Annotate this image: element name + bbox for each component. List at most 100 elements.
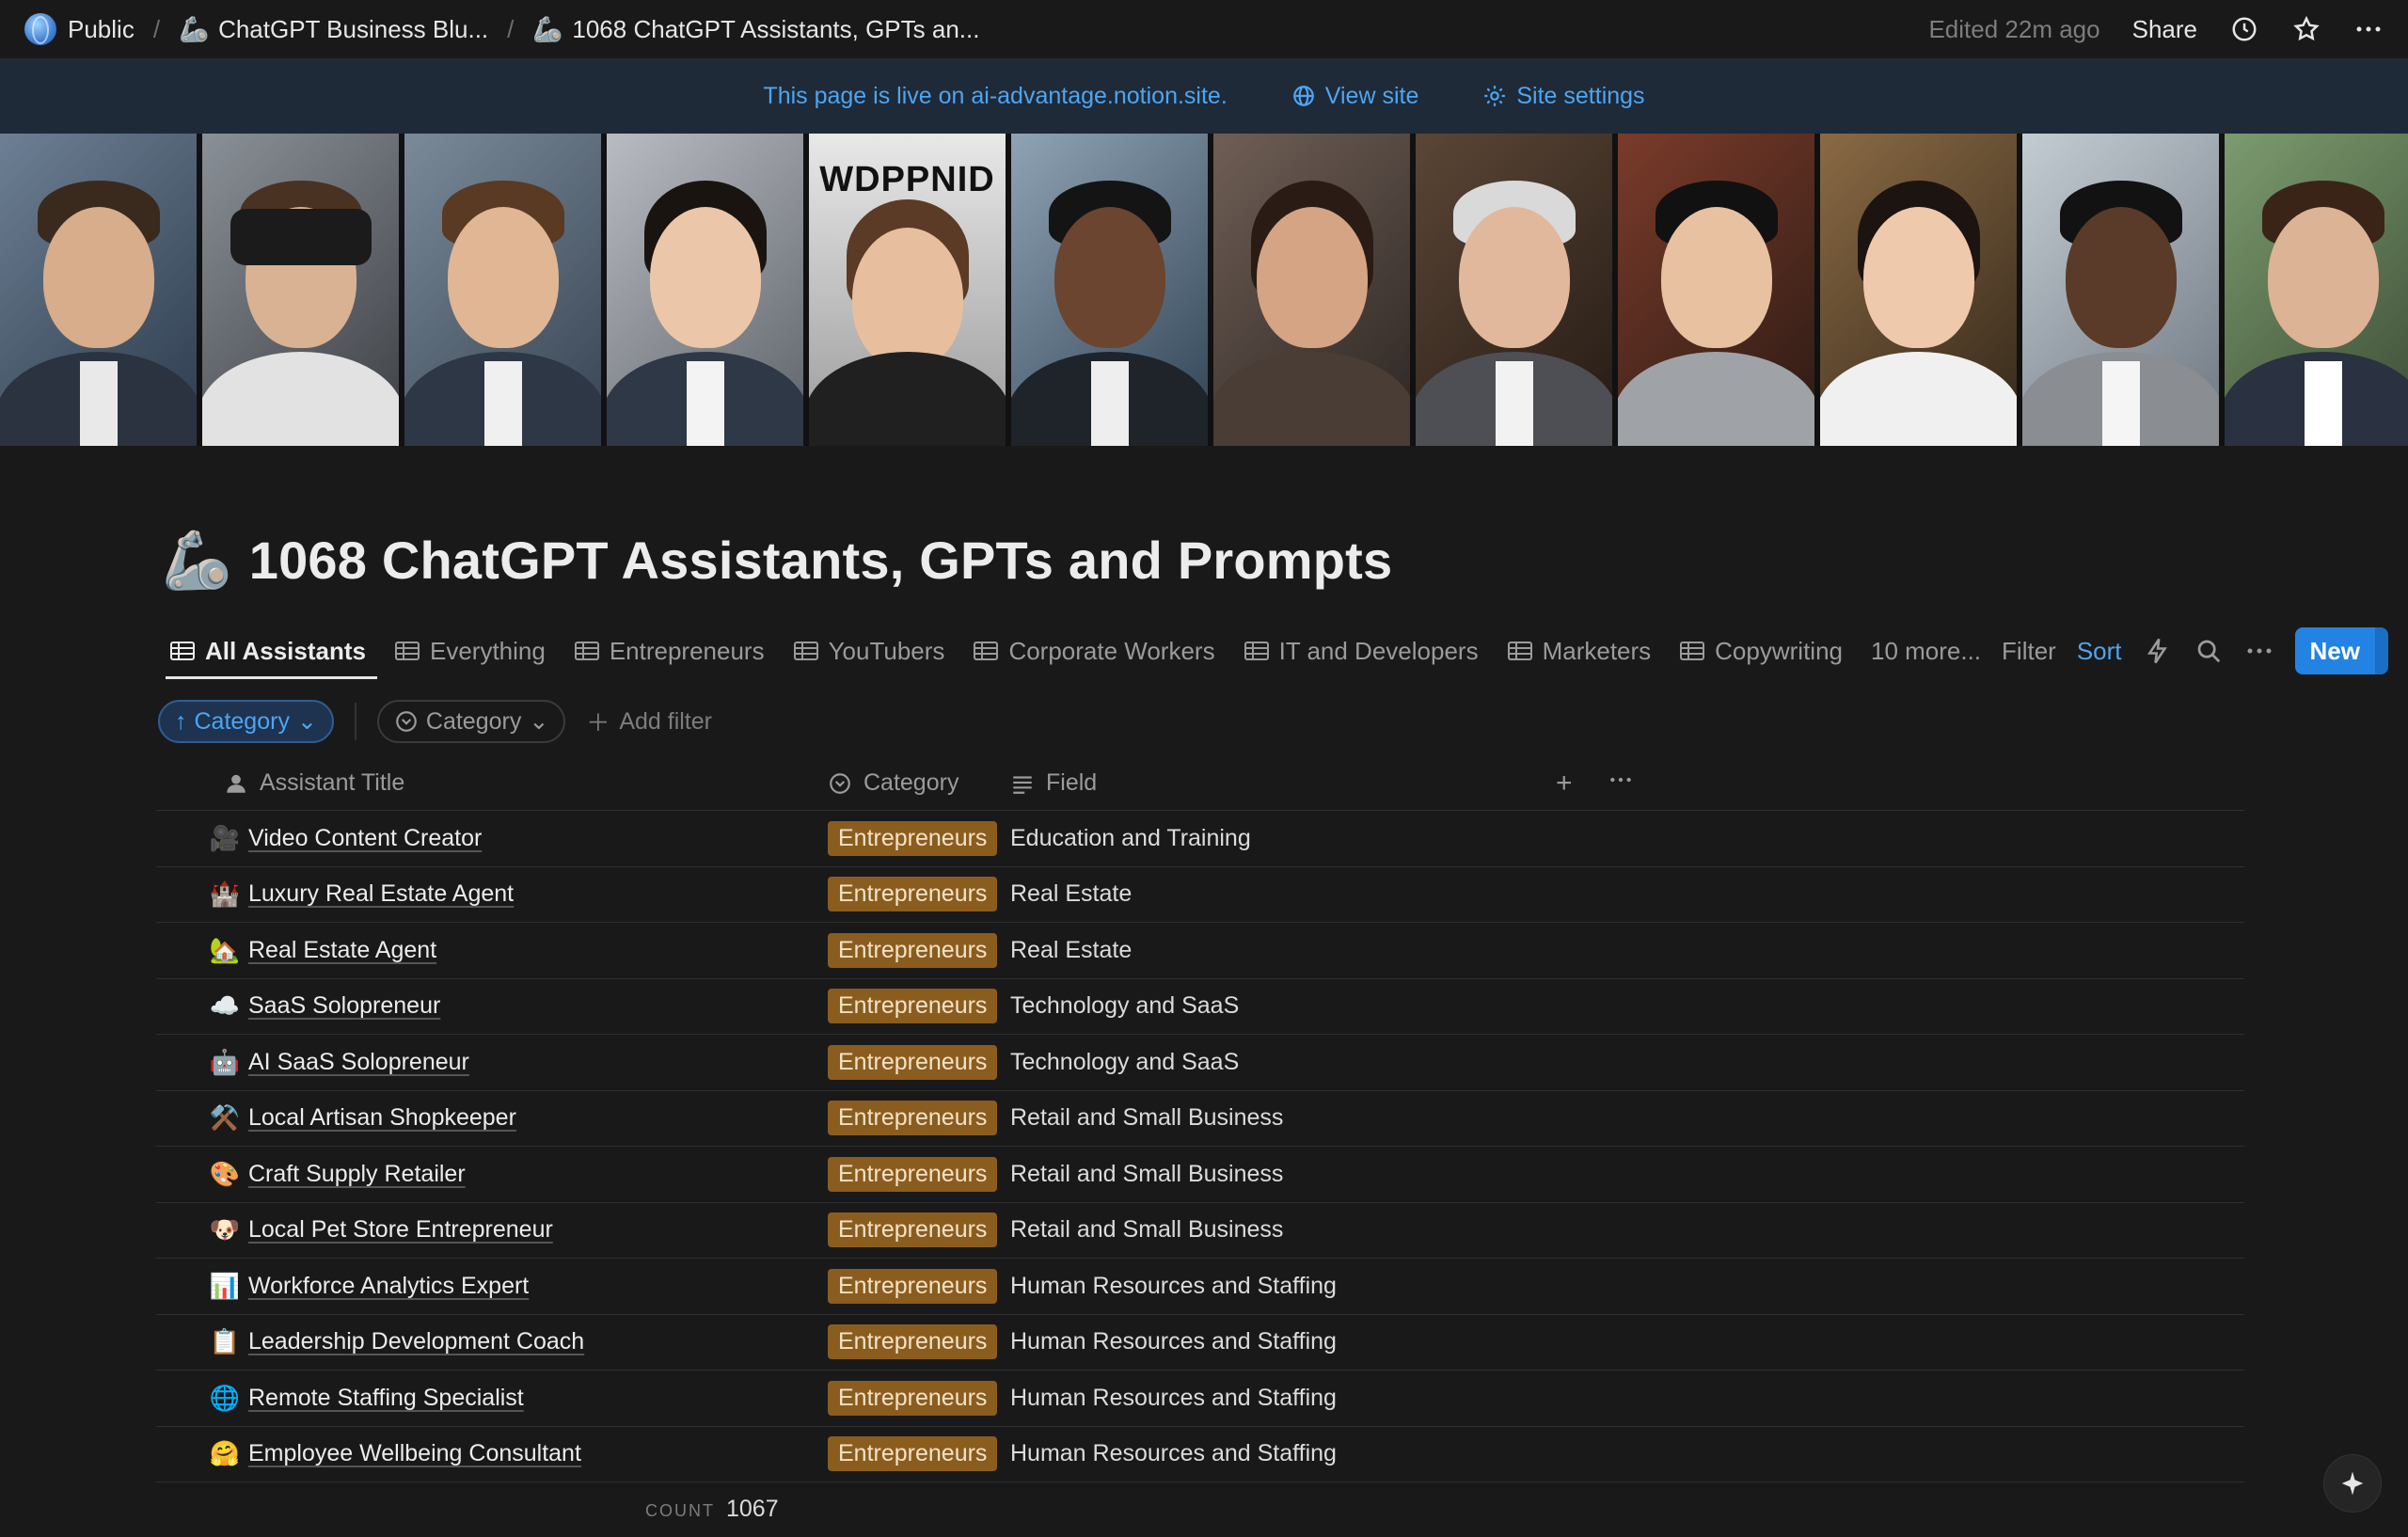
assistant-title[interactable]: Employee Wellbeing Consultant (248, 1440, 581, 1467)
table-icon (974, 642, 999, 660)
breadcrumb-separator: / (152, 14, 161, 43)
tab-it-and-developers[interactable]: IT and Developers (1232, 621, 1490, 681)
tab-all-assistants[interactable]: All Assistants (158, 621, 377, 681)
add-filter-button[interactable]: ＋ Add filter (586, 705, 712, 738)
tab-label: Copywriting (1715, 636, 1843, 665)
table-row[interactable]: 🏡 Real Estate Agent Entrepreneurs Real Es… (156, 923, 2244, 979)
more-options-icon[interactable] (2353, 14, 2384, 44)
assistant-title[interactable]: Luxury Real Estate Agent (248, 880, 514, 908)
ai-assistant-button[interactable] (2323, 1454, 2382, 1513)
sort-chip-category[interactable]: ↑ Category ⌄ (158, 700, 334, 743)
assistant-title[interactable]: Local Artisan Shopkeeper (248, 1104, 516, 1132)
filter-chip-category[interactable]: Category ⌄ (376, 700, 566, 743)
breadcrumb-item-current-page[interactable]: 🦾 1068 ChatGPT Assistants, GPTs an... (532, 15, 979, 44)
tab-everything[interactable]: Everything (383, 621, 557, 681)
count-value: 1067 (726, 1496, 779, 1522)
cover-portrait (404, 134, 601, 446)
site-live-message[interactable]: This page is live on ai-advantage.notion… (763, 83, 1227, 110)
breadcrumb-item-public[interactable]: Public (24, 13, 135, 45)
table-row[interactable]: 🤖 AI SaaS Solopreneur Entrepreneurs Techn… (156, 1035, 2244, 1091)
table-row[interactable]: 🐶 Local Pet Store Entrepreneur Entreprene… (156, 1203, 2244, 1259)
cover-wordmark: WDPPNID (819, 160, 995, 199)
page-title[interactable]: 1068 ChatGPT Assistants, GPTs and Prompt… (249, 530, 1393, 591)
mechanical-arm-icon: 🦾 (179, 14, 210, 43)
category-tag: Entrepreneurs (828, 877, 998, 912)
cover-portrait (202, 134, 399, 446)
category-tag: Entrepreneurs (828, 1436, 998, 1472)
assistant-title[interactable]: Leadership Development Coach (248, 1328, 584, 1355)
database-view-tabs: All Assistants Everything Entrepreneurs … (158, 621, 2408, 681)
field-value: Retail and Small Business (1010, 1104, 1284, 1132)
new-entry-dropdown-button[interactable] (2374, 627, 2388, 674)
cover-portrait (607, 134, 803, 446)
tab-label: Corporate Workers (1008, 636, 1215, 665)
table-row[interactable]: ☁️ SaaS Solopreneur Entrepreneurs Technol… (156, 979, 2244, 1035)
table-icon (1244, 642, 1269, 660)
sort-chip-label: Category (194, 707, 290, 735)
tab-label: Everything (429, 636, 546, 665)
cover-portrait (1011, 134, 1208, 446)
select-circle-icon (830, 772, 850, 794)
chevron-down-icon: ⌄ (529, 708, 549, 735)
tab-entrepreneurs[interactable]: Entrepreneurs (562, 621, 776, 681)
field-value: Retail and Small Business (1010, 1216, 1284, 1244)
more-options-icon[interactable] (2244, 636, 2274, 666)
column-header-category[interactable]: Category (807, 769, 1010, 797)
history-clock-icon[interactable] (2229, 14, 2259, 44)
new-entry-button[interactable]: New (2294, 627, 2375, 674)
mechanical-arm-icon: 🦾 (532, 14, 563, 43)
breadcrumb-item-blueprint[interactable]: 🦾 ChatGPT Business Blu... (179, 15, 488, 44)
mechanical-arm-icon[interactable]: 🦾 (162, 527, 232, 594)
site-settings-button[interactable]: Site settings (1482, 83, 1645, 110)
table-row[interactable]: 🌐 Remote Staffing Specialist Entrepreneur… (156, 1371, 2244, 1427)
assistant-title[interactable]: Craft Supply Retailer (248, 1161, 466, 1188)
table-row[interactable]: ⚒️ Local Artisan Shopkeeper Entrepreneurs… (156, 1091, 2244, 1147)
add-column-icon[interactable]: + (1556, 768, 1573, 800)
column-header-field[interactable]: Field (1010, 769, 1556, 797)
lightning-automation-icon[interactable] (2143, 636, 2173, 666)
table-row[interactable]: 📋 Leadership Development Coach Entreprene… (156, 1315, 2244, 1371)
cover-portrait (0, 134, 197, 446)
plus-icon: ＋ (586, 710, 610, 737)
field-value: Education and Training (1010, 824, 1251, 851)
tab-copywriting[interactable]: Copywriting (1668, 621, 1854, 681)
tab-youtubers[interactable]: YouTubers (782, 621, 957, 681)
bar-chart-icon: 📊 (209, 1271, 241, 1300)
assistant-title[interactable]: Real Estate Agent (248, 937, 436, 964)
breadcrumb: Public / 🦾 ChatGPT Business Blu... / 🦾 1… (24, 13, 979, 45)
robot-icon: 🤖 (209, 1047, 241, 1076)
table-row[interactable]: 🏰 Luxury Real Estate Agent Entrepreneurs … (156, 867, 2244, 923)
share-button[interactable]: Share (2132, 15, 2197, 44)
field-value: Human Resources and Staffing (1010, 1440, 1337, 1467)
assistant-title[interactable]: AI SaaS Solopreneur (248, 1049, 469, 1076)
assistant-title[interactable]: SaaS Solopreneur (248, 992, 440, 1020)
assistant-title[interactable]: Remote Staffing Specialist (248, 1385, 524, 1412)
filter-chip-label: Category (425, 707, 522, 735)
table-row[interactable]: 🤗 Employee Wellbeing Consultant Entrepren… (156, 1427, 2244, 1482)
category-tag: Entrepreneurs (828, 1380, 998, 1416)
hammer-pick-icon: ⚒️ (209, 1103, 241, 1133)
tab-marketers[interactable]: Marketers (1496, 621, 1663, 681)
sparkle-icon (2341, 1471, 2364, 1496)
sort-button[interactable]: Sort (2077, 637, 2122, 666)
more-options-icon[interactable] (1608, 768, 1633, 799)
star-icon[interactable] (2291, 14, 2321, 44)
column-header-assistant-title[interactable]: Assistant Title (156, 769, 807, 797)
view-site-button[interactable]: View site (1291, 83, 1418, 110)
category-tag: Entrepreneurs (828, 1212, 998, 1248)
assistant-title[interactable]: Local Pet Store Entrepreneur (248, 1216, 553, 1244)
table-row[interactable]: 📊 Workforce Analytics Expert Entrepreneur… (156, 1259, 2244, 1315)
category-tag: Entrepreneurs (828, 932, 998, 968)
assistant-title[interactable]: Video Content Creator (248, 825, 482, 852)
assistants-table: Assistant Title Category Field + 🎥 Video … (156, 756, 2244, 1482)
more-views-button[interactable]: 10 more... (1871, 637, 1981, 666)
assistant-title[interactable]: Workforce Analytics Expert (248, 1273, 529, 1300)
tab-corporate-workers[interactable]: Corporate Workers (961, 621, 1226, 681)
filter-button[interactable]: Filter (2002, 637, 2056, 666)
person-icon (227, 774, 246, 793)
cover-portrait (2225, 134, 2408, 446)
table-row[interactable]: 🎥 Video Content Creator Entrepreneurs Edu… (156, 811, 2244, 867)
search-icon[interactable] (2194, 636, 2224, 666)
table-row[interactable]: 🎨 Craft Supply Retailer Entrepreneurs Ret… (156, 1147, 2244, 1203)
cover-portrait (1416, 134, 1612, 446)
